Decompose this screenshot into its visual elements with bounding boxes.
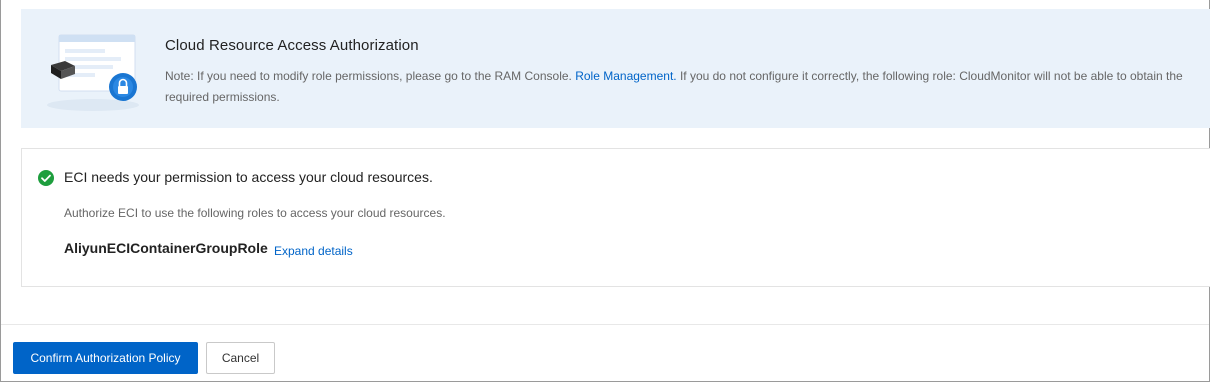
permission-description: Authorize ECI to use the following roles… <box>64 206 446 220</box>
footer-divider <box>1 324 1209 325</box>
server-lock-illustration <box>47 34 139 111</box>
permission-card: ECI needs your permission to access your… <box>21 148 1210 287</box>
permission-title: ECI needs your permission to access your… <box>64 169 433 185</box>
banner-title: Cloud Resource Access Authorization <box>165 37 419 54</box>
role-name: AliyunECIContainerGroupRole <box>64 240 268 256</box>
check-circle-icon <box>38 170 54 186</box>
authorization-banner: Cloud Resource Access Authorization Note… <box>21 9 1210 128</box>
banner-note-prefix: Note: If you need to modify role permiss… <box>165 69 572 83</box>
confirm-authorization-button[interactable]: Confirm Authorization Policy <box>13 342 198 374</box>
banner-note: Note: If you need to modify role permiss… <box>165 66 1205 108</box>
cancel-button[interactable]: Cancel <box>206 342 275 374</box>
role-management-link[interactable]: Role Management. <box>575 69 676 83</box>
expand-details-link[interactable]: Expand details <box>274 244 353 258</box>
